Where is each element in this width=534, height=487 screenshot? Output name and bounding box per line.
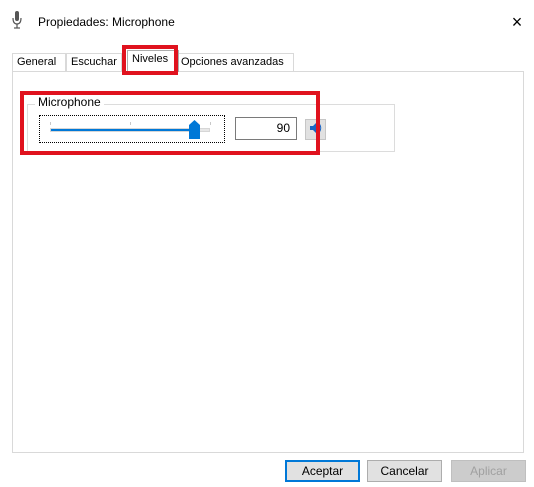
window-title: Propiedades: Microphone <box>38 15 175 29</box>
ok-button[interactable]: Aceptar <box>285 460 360 482</box>
microphone-icon <box>10 10 24 30</box>
speaker-icon <box>309 122 322 137</box>
tab-escuchar[interactable]: Escuchar <box>66 53 122 72</box>
slider-tick <box>50 122 51 125</box>
title-bar: Propiedades: Microphone × <box>0 0 534 44</box>
group-label: Microphone <box>35 95 104 109</box>
tab-panel-niveles: Microphone 90 <box>12 71 524 453</box>
tab-niveles[interactable]: Niveles <box>127 50 179 72</box>
tab-opciones-avanzadas[interactable]: Opciones avanzadas <box>176 53 294 72</box>
mute-button[interactable] <box>305 119 326 140</box>
slider-tick <box>210 122 211 125</box>
slider-track <box>50 128 210 132</box>
close-icon: × <box>511 11 523 32</box>
slider-tick <box>130 122 131 125</box>
tab-general[interactable]: General <box>12 53 66 72</box>
cancel-button[interactable]: Cancelar <box>367 460 442 482</box>
level-value-field[interactable]: 90 <box>235 117 297 140</box>
slider-thumb[interactable] <box>188 120 200 139</box>
level-slider[interactable] <box>39 115 225 143</box>
slider-fill <box>51 129 194 131</box>
apply-button[interactable]: Aplicar <box>451 460 526 482</box>
close-button[interactable]: × <box>500 6 534 38</box>
